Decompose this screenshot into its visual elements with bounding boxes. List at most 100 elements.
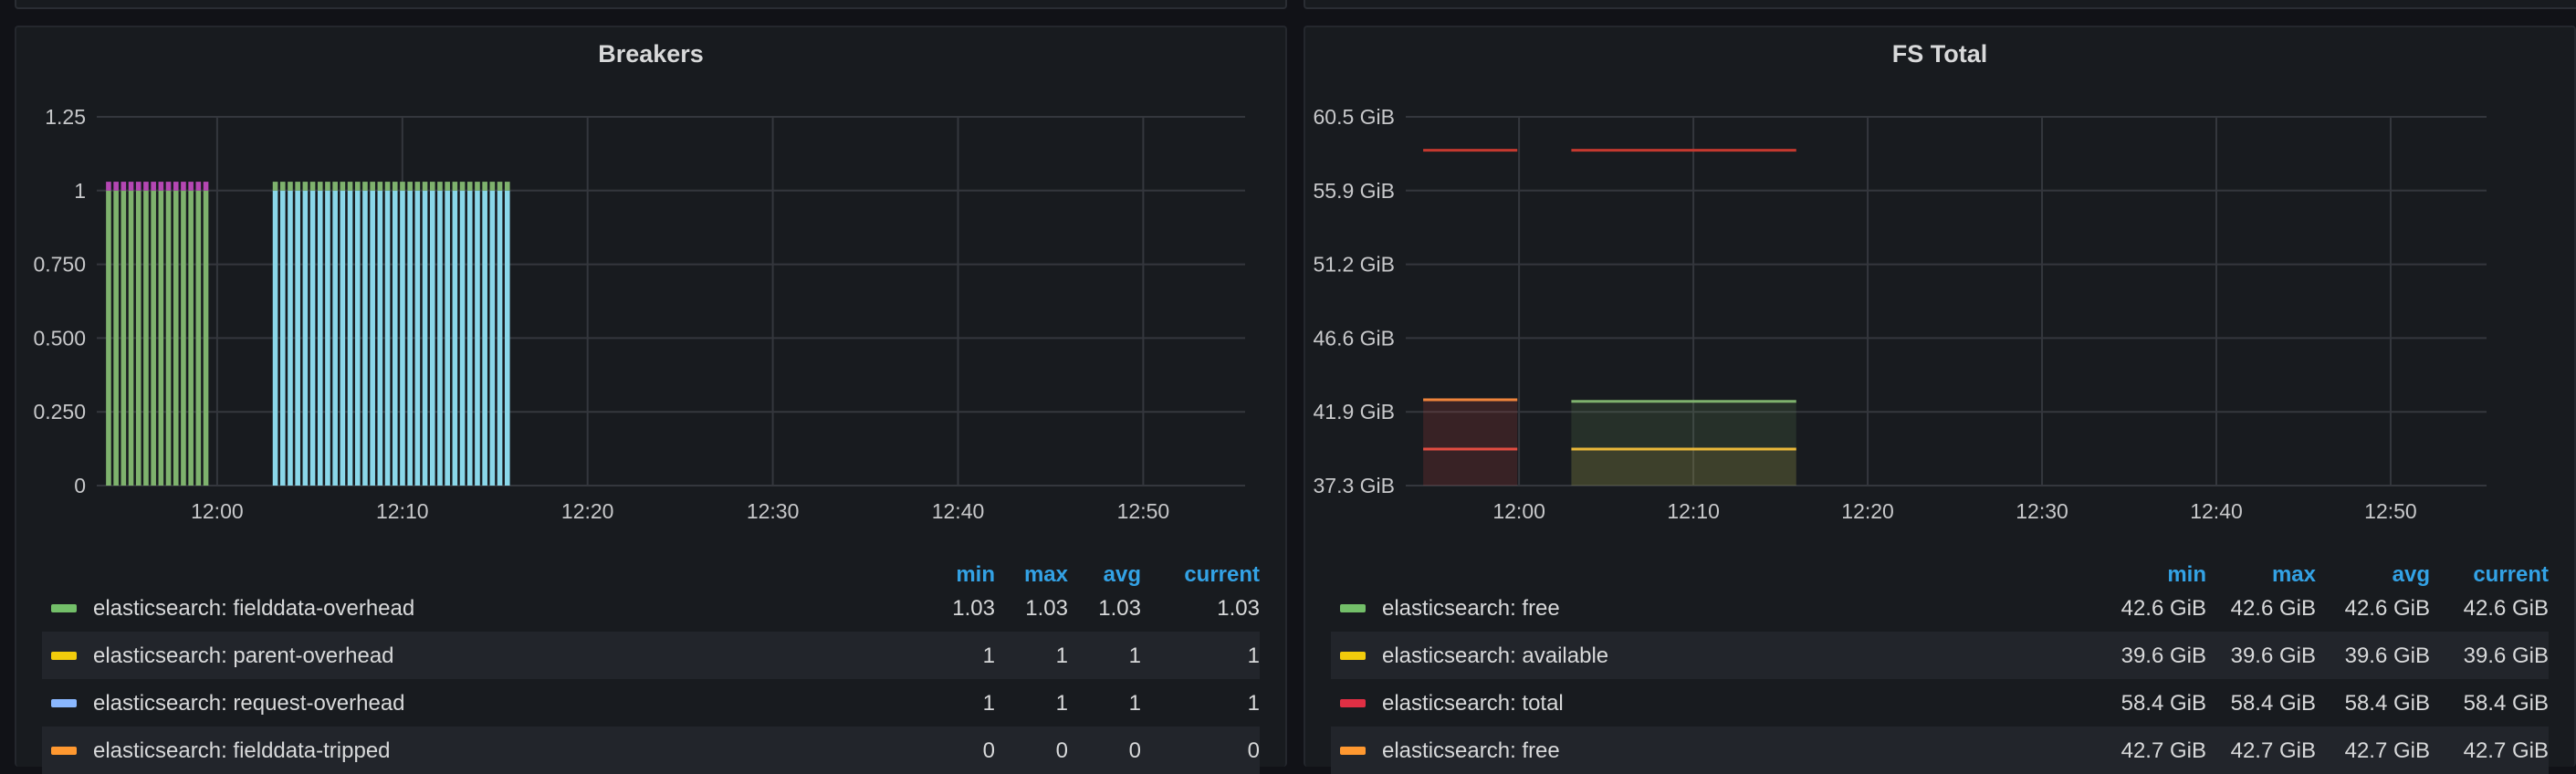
bar xyxy=(135,190,141,486)
legend-header: min max avg current xyxy=(1331,535,2549,587)
y-tick-label: 46.6 GiB xyxy=(1314,326,1396,350)
fs-total-panel[interactable]: FS Total 60.5 GiB 55.9 GiB 51.2 GiB 46.6 Gi… xyxy=(1304,26,2576,774)
series-name[interactable]: elasticsearch: available xyxy=(1382,643,1608,669)
bar xyxy=(400,190,405,486)
bar xyxy=(407,190,413,486)
series-color-swatch[interactable] xyxy=(1340,747,1366,755)
series-name[interactable]: elasticsearch: total xyxy=(1382,691,1564,716)
x-tick-label: 12:20 xyxy=(1841,499,1894,520)
x-tick-label: 12:00 xyxy=(1492,499,1545,520)
series-area xyxy=(1571,448,1796,486)
bar xyxy=(158,190,164,486)
bar xyxy=(165,182,172,191)
bar xyxy=(482,190,487,486)
breakers-chart[interactable]: 1.25 1 0.750 0.500 0.250 0 12:00 12:10 12:20 12:3… xyxy=(16,27,1289,520)
series-min: 1.03 xyxy=(952,596,995,621)
bar xyxy=(347,182,353,191)
panel-above-right-edge xyxy=(1304,0,2576,9)
series-avg: 0 xyxy=(1128,738,1141,763)
y-tick-label: 0.250 xyxy=(33,400,86,424)
series-color-swatch[interactable] xyxy=(1340,699,1366,707)
bar xyxy=(504,182,510,191)
x-tick-label: 12:50 xyxy=(1117,499,1170,520)
panel-above-left-edge xyxy=(15,0,1287,9)
legend-row[interactable]: elasticsearch: parent-overhead 1 1 1 1 xyxy=(42,632,1260,679)
bar xyxy=(407,182,413,191)
y-tick-label: 60.5 GiB xyxy=(1314,105,1396,129)
bar xyxy=(414,190,421,486)
bar xyxy=(504,190,510,486)
bar xyxy=(347,190,353,486)
legend-row[interactable]: elasticsearch: available 39.6 GiB 39.6 G… xyxy=(1331,632,2549,679)
series-color-swatch[interactable] xyxy=(51,652,77,660)
bar xyxy=(309,182,316,191)
bar xyxy=(362,190,368,486)
y-tick-label: 1 xyxy=(74,179,86,203)
bar xyxy=(354,182,361,191)
breakers-panel[interactable]: Breakers 1.25 1 0.750 0.500 0.250 0 12:00 12:10… xyxy=(15,26,1289,774)
legend-row[interactable]: elasticsearch: request-overhead 1 1 1 1 xyxy=(42,679,1260,727)
series-color-swatch[interactable] xyxy=(51,747,77,755)
series-color-swatch[interactable] xyxy=(51,699,77,707)
bar xyxy=(452,190,458,486)
x-tick-label: 12:40 xyxy=(932,499,985,520)
legend-row[interactable]: elasticsearch: free 42.6 GiB 42.6 GiB 42… xyxy=(1331,584,2549,632)
legend-row[interactable]: elasticsearch: free 42.7 GiB 42.7 GiB 42… xyxy=(1331,727,2549,774)
bar xyxy=(497,190,503,486)
series-name[interactable]: elasticsearch: free xyxy=(1382,738,1560,764)
series-name[interactable]: elasticsearch: parent-overhead xyxy=(93,643,394,669)
fs-total-legend: min max avg current elasticsearch: free … xyxy=(1331,535,2549,774)
x-tick-label: 12:10 xyxy=(1667,499,1720,520)
bar xyxy=(295,182,300,191)
bar xyxy=(362,182,368,191)
bar xyxy=(309,190,316,486)
bar xyxy=(203,182,209,191)
bar xyxy=(370,190,375,486)
bar xyxy=(422,182,428,191)
bar xyxy=(384,190,391,486)
bar xyxy=(295,190,300,486)
series-current: 42.6 GiB xyxy=(2463,596,2549,621)
bar xyxy=(272,182,278,191)
bar xyxy=(445,182,450,191)
series-color-swatch[interactable] xyxy=(1340,652,1366,660)
x-tick-label: 12:50 xyxy=(2364,499,2417,520)
series-name[interactable]: elasticsearch: free xyxy=(1382,596,1560,622)
y-tick-label: 51.2 GiB xyxy=(1314,253,1396,277)
series-name[interactable]: elasticsearch: request-overhead xyxy=(93,691,405,716)
bar xyxy=(429,190,435,486)
series-name[interactable]: elasticsearch: fielddata-tripped xyxy=(93,738,391,764)
bar xyxy=(128,190,134,486)
series-avg: 42.7 GiB xyxy=(2344,738,2430,763)
bar xyxy=(106,182,111,191)
bar xyxy=(203,190,209,486)
bar xyxy=(370,182,375,191)
series-current: 1 xyxy=(1247,643,1260,668)
legend-row[interactable]: elasticsearch: fielddata-tripped 0 0 0 0 xyxy=(42,727,1260,774)
bar xyxy=(120,190,127,486)
series-color-swatch[interactable] xyxy=(51,604,77,612)
bar xyxy=(279,182,286,191)
bar xyxy=(151,190,156,486)
bar xyxy=(377,182,383,191)
series-current: 42.7 GiB xyxy=(2463,738,2549,763)
bar xyxy=(113,182,119,191)
bar xyxy=(459,190,466,486)
series-current: 1.03 xyxy=(1217,596,1260,621)
bar xyxy=(489,182,496,191)
series-color-swatch[interactable] xyxy=(1340,604,1366,612)
legend-row[interactable]: elasticsearch: total 58.4 GiB 58.4 GiB 5… xyxy=(1331,679,2549,727)
series-name[interactable]: elasticsearch: fielddata-overhead xyxy=(93,596,414,622)
series-current: 39.6 GiB xyxy=(2463,643,2549,668)
series-max: 39.6 GiB xyxy=(2230,643,2316,668)
bar xyxy=(466,182,473,191)
bar xyxy=(120,182,127,191)
legend-row[interactable]: elasticsearch: fielddata-overhead 1.03 1… xyxy=(42,584,1260,632)
bar xyxy=(302,182,309,191)
fs-total-chart[interactable]: 60.5 GiB 55.9 GiB 51.2 GiB 46.6 GiB 41.9 GiB… xyxy=(1305,27,2576,520)
series-current: 58.4 GiB xyxy=(2463,691,2549,716)
y-tick-label: 0.500 xyxy=(33,326,86,350)
bar xyxy=(400,182,405,191)
bar xyxy=(158,182,164,191)
bar xyxy=(437,190,443,486)
